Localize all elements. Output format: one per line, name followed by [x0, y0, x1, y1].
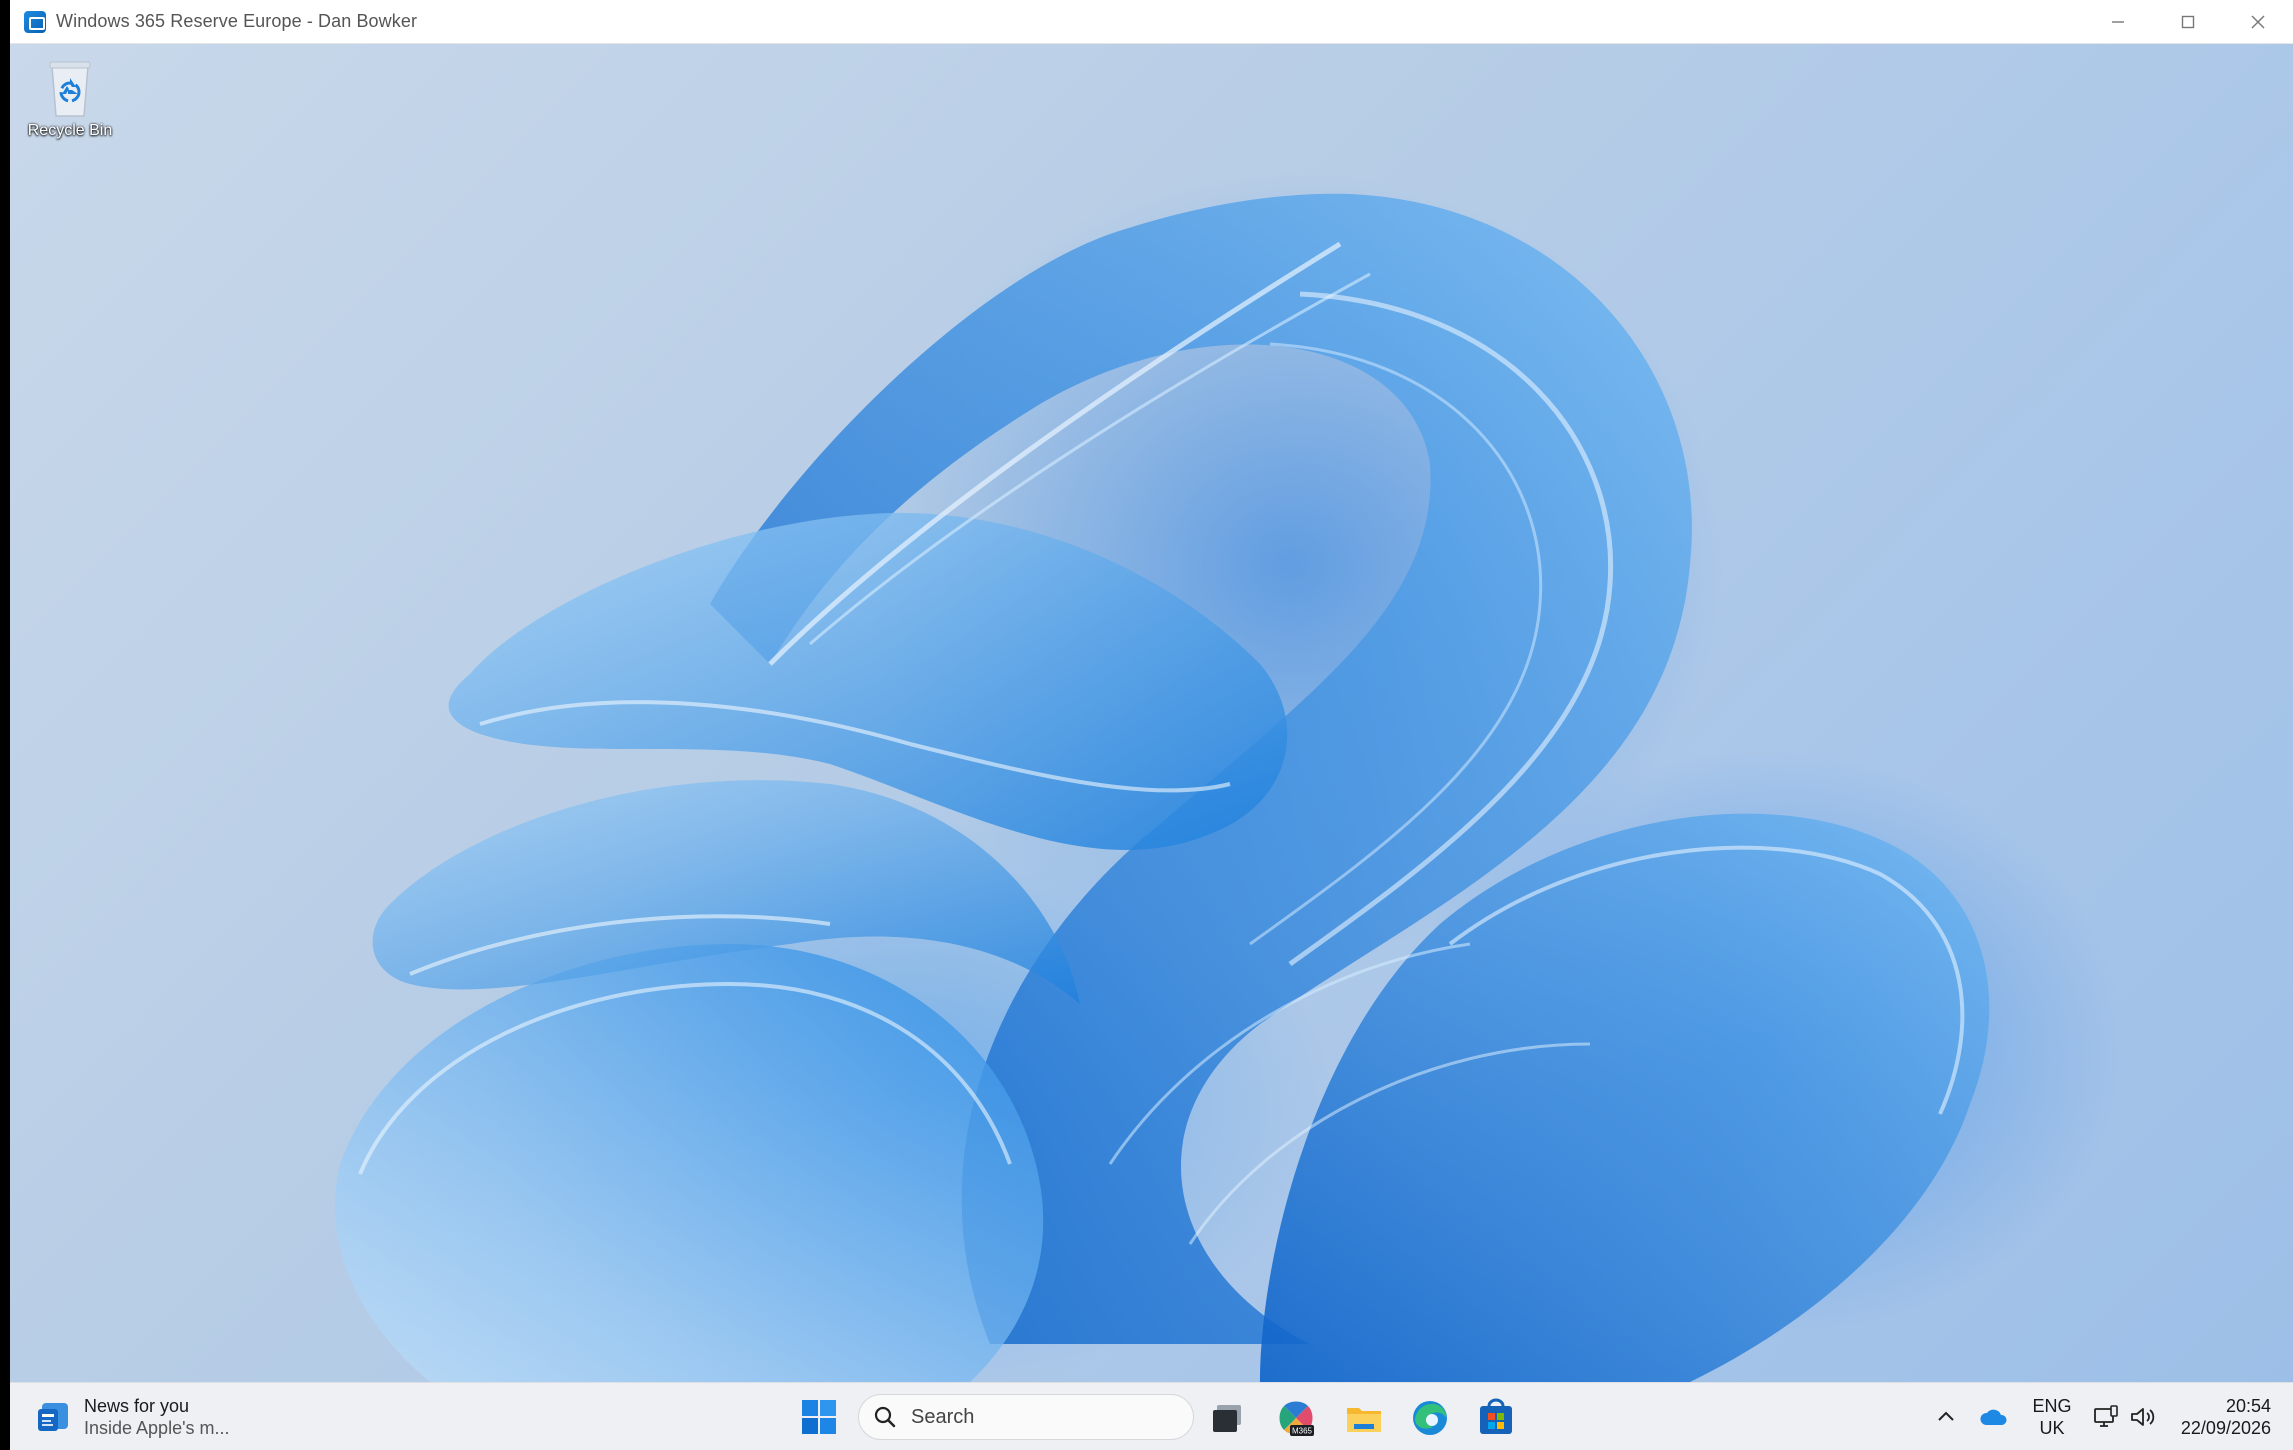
- close-icon: [2251, 15, 2265, 29]
- window-controls: [2083, 0, 2293, 44]
- input-language-indicator[interactable]: ENG UK: [2028, 1395, 2076, 1439]
- folder-icon[interactable]: [1344, 1398, 1384, 1438]
- taskbar-search[interactable]: Search: [858, 1394, 1194, 1440]
- title-bar[interactable]: Windows 365 Reserve Europe - Dan Bowker: [10, 0, 2293, 44]
- store-icon[interactable]: [1476, 1398, 1516, 1438]
- desktop-icon-recycle-bin[interactable]: Recycle Bin: [20, 56, 120, 140]
- maximize-icon: [2181, 15, 2195, 29]
- recycle-bin-label: Recycle Bin: [27, 122, 113, 139]
- m365-badge: M365: [1292, 1427, 1313, 1436]
- onedrive-cloud-icon[interactable]: [1978, 1405, 2010, 1429]
- minimize-icon: [2112, 21, 2124, 23]
- minimize-button[interactable]: [2083, 0, 2153, 44]
- language-region: UK: [2039, 1418, 2065, 1438]
- taskbar: News for you Inside Apple's m... Search: [10, 1382, 2293, 1450]
- desktop[interactable]: Recycle Bin: [10, 44, 2293, 1382]
- close-button[interactable]: [2223, 0, 2293, 44]
- news-widget-subtitle: Inside Apple's m...: [84, 1418, 230, 1438]
- language-code: ENG: [2032, 1396, 2072, 1416]
- wallpaper-bloom: [334, 193, 1990, 1382]
- clock-time: 20:54: [2225, 1396, 2271, 1416]
- search-icon: [874, 1406, 896, 1428]
- network-icon[interactable]: [2092, 1403, 2120, 1431]
- news-widget-title: News for you: [84, 1396, 190, 1416]
- windows-logo-icon: [802, 1400, 836, 1434]
- clock-date: 22/09/2026: [2180, 1418, 2271, 1438]
- m365-icon[interactable]: M365: [1276, 1398, 1316, 1438]
- edge-icon[interactable]: [1410, 1398, 1450, 1438]
- task-view-icon[interactable]: [1208, 1398, 1248, 1438]
- recycle-bin-icon: [49, 61, 91, 117]
- clock[interactable]: 20:54 22/09/2026: [2181, 1395, 2271, 1439]
- show-hidden-icons-chevron-up-icon[interactable]: [1932, 1403, 1960, 1431]
- search-placeholder: Search: [911, 1405, 975, 1428]
- windows-365-app-icon: [24, 10, 46, 33]
- window-title: Windows 365 Reserve Europe - Dan Bowker: [56, 11, 418, 31]
- maximize-button[interactable]: [2153, 0, 2223, 44]
- news-widget[interactable]: News for you Inside Apple's m...: [36, 1395, 230, 1439]
- start-button[interactable]: [800, 1398, 838, 1436]
- volume-icon[interactable]: [2128, 1403, 2158, 1431]
- news-icon: [38, 1403, 68, 1431]
- remote-desktop-window: Windows 365 Reserve Europe - Dan Bowker: [10, 0, 2293, 1450]
